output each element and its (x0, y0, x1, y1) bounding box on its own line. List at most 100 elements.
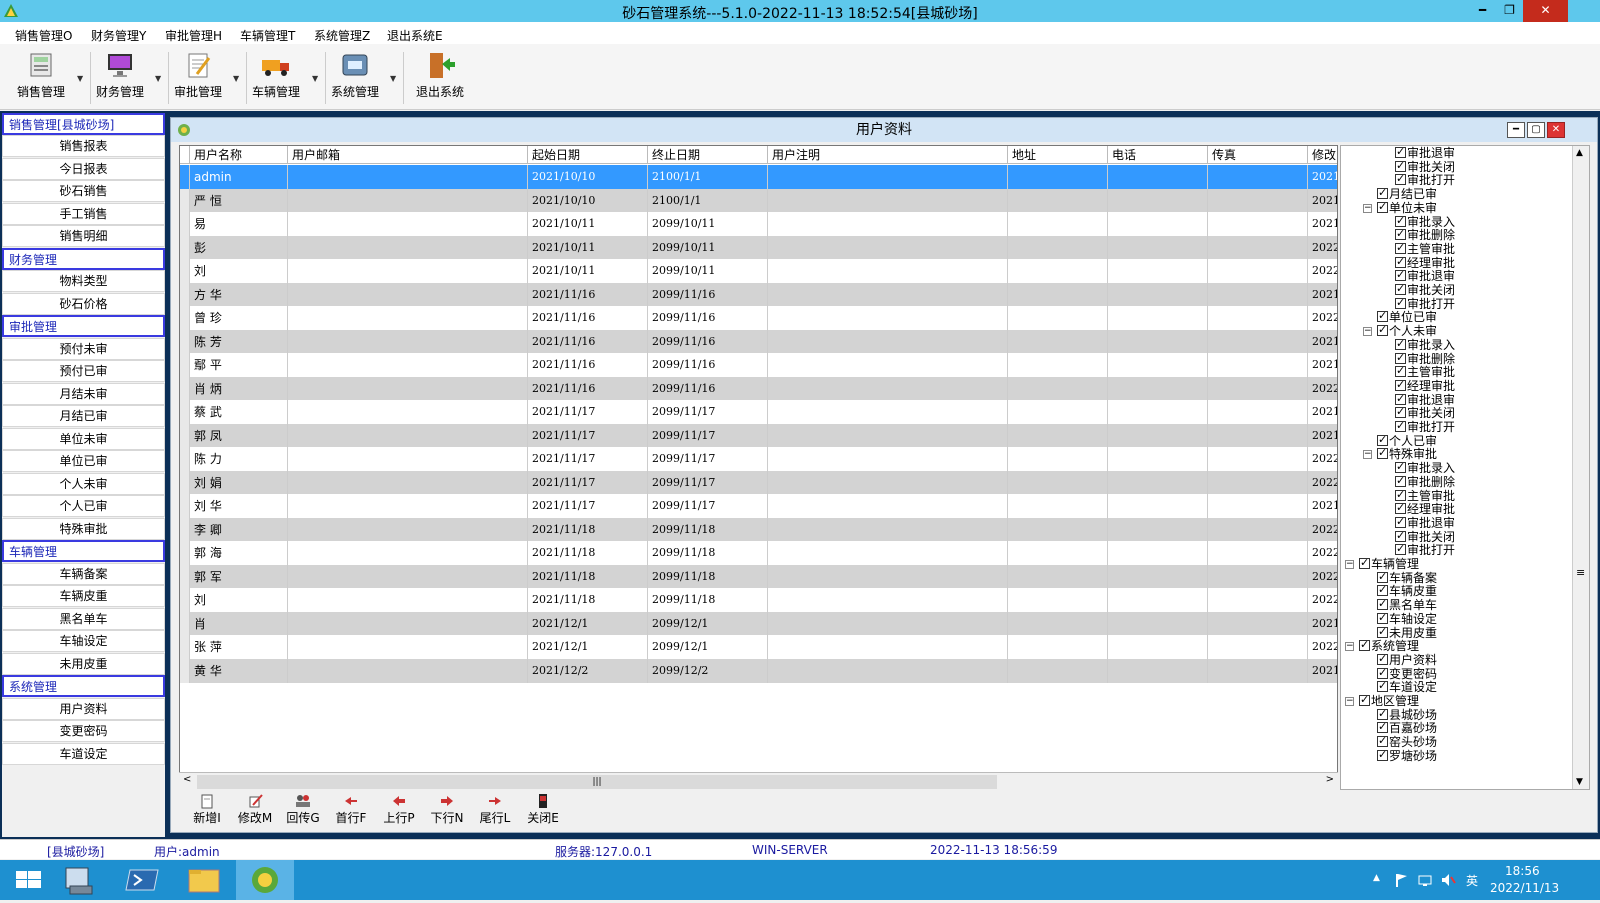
checkbox-checked-icon[interactable] (1359, 556, 1370, 569)
table-cell[interactable]: 2022 (1308, 471, 1337, 495)
menu-vehicle[interactable]: 车辆管理T (240, 27, 295, 44)
table-cell[interactable] (1208, 400, 1308, 424)
table-cell[interactable] (1008, 353, 1108, 377)
row-header[interactable] (180, 376, 190, 401)
checkbox-checked-icon[interactable] (1377, 323, 1388, 337)
table-cell[interactable]: 2021/12/2 (528, 658, 648, 683)
table-cell[interactable] (768, 282, 1008, 307)
table-cell[interactable]: 2022 (1308, 306, 1337, 330)
table-cell[interactable] (288, 235, 528, 260)
row-header[interactable] (180, 188, 190, 213)
table-cell[interactable] (288, 447, 528, 471)
table-cell[interactable] (1008, 165, 1108, 189)
table-cell[interactable] (1008, 588, 1108, 612)
sidebar-group-system[interactable]: 系统管理 (2, 675, 165, 697)
table-cell[interactable]: 2021/11/16 (528, 376, 648, 401)
table-cell[interactable] (768, 212, 1008, 236)
checkbox-checked-icon[interactable] (1377, 748, 1388, 761)
table-row[interactable]: 刘 华 2021/11/17 2099/11/17 2021 (180, 494, 1337, 518)
table-cell[interactable] (1108, 635, 1208, 659)
row-header[interactable] (180, 400, 190, 424)
table-cell[interactable] (768, 376, 1008, 401)
table-cell[interactable]: 2099/10/11 (648, 212, 768, 236)
table-cell[interactable]: 陈 力 (190, 447, 288, 471)
checkbox-checked-icon[interactable] (1395, 296, 1406, 309)
checkbox-checked-icon[interactable] (1377, 570, 1388, 583)
sidebar-item-sales-detail[interactable]: 销售明细 (2, 225, 165, 247)
scroll-right-icon[interactable]: > (1326, 774, 1334, 785)
table-cell[interactable]: 2099/11/16 (648, 376, 768, 401)
table-row[interactable]: 张 萍 2021/12/1 2099/12/1 2022 (180, 635, 1337, 659)
sidebar-group-vehicle[interactable]: 车辆管理 (2, 540, 165, 562)
table-cell[interactable]: 2099/10/11 (648, 235, 768, 260)
child-minimize-button[interactable]: ━ (1507, 122, 1525, 138)
table-cell[interactable] (1008, 329, 1108, 354)
table-cell[interactable]: 刘 (190, 259, 288, 283)
edit-button[interactable]: 修改M (232, 793, 278, 826)
sidebar-item-vehicle-tare[interactable]: 车辆皮重 (2, 585, 165, 607)
taskbar-file-explorer[interactable] (175, 860, 233, 900)
table-cell[interactable] (1008, 611, 1108, 636)
table-cell[interactable]: admin (190, 165, 288, 189)
table-cell[interactable] (1108, 423, 1208, 448)
row-header[interactable] (180, 541, 190, 565)
table-cell[interactable] (1108, 517, 1208, 542)
start-button[interactable] (0, 860, 58, 900)
sidebar-item-personal-approved[interactable]: 个人已审 (2, 495, 165, 517)
column-header-email[interactable]: 用户邮箱 (288, 146, 528, 164)
table-cell[interactable]: 曾 珍 (190, 306, 288, 330)
table-cell[interactable]: 2021/11/16 (528, 353, 648, 377)
table-cell[interactable]: 鄢 平 (190, 353, 288, 377)
table-cell[interactable] (1208, 658, 1308, 683)
sidebar-item-sand-sales[interactable]: 砂石销售 (2, 180, 165, 202)
table-cell[interactable] (768, 517, 1008, 542)
table-cell[interactable] (288, 588, 528, 612)
table-row[interactable]: 彭 2021/10/11 2099/10/11 2022 (180, 235, 1337, 260)
table-cell[interactable]: 2099/12/1 (648, 611, 768, 636)
checkbox-checked-icon[interactable] (1377, 309, 1388, 323)
table-row[interactable]: 肖 2021/12/1 2099/12/1 2021 (180, 611, 1337, 636)
table-cell[interactable] (288, 259, 528, 283)
table-cell[interactable]: 2022 (1308, 518, 1337, 542)
table-cell[interactable] (288, 282, 528, 307)
checkbox-checked-icon[interactable] (1395, 268, 1406, 282)
table-cell[interactable]: 黄 华 (190, 658, 288, 683)
table-row[interactable]: 黄 华 2021/12/2 2099/12/2 2021 (180, 658, 1337, 683)
menu-finance[interactable]: 财务管理Y (91, 27, 146, 44)
table-cell[interactable] (1208, 517, 1308, 542)
row-header[interactable] (180, 658, 190, 683)
table-cell[interactable] (1008, 494, 1108, 518)
column-header-fax[interactable]: 传真 (1208, 146, 1308, 164)
toolbar-system-button[interactable]: 系统管理 (323, 48, 387, 106)
table-cell[interactable] (1008, 376, 1108, 401)
sidebar-item-user-profile[interactable]: 用户资料 (2, 698, 165, 720)
table-cell[interactable] (1108, 353, 1208, 377)
tree-expander-icon[interactable]: − (1345, 642, 1354, 652)
table-cell[interactable] (1108, 470, 1208, 495)
checkbox-checked-icon[interactable] (1395, 282, 1406, 295)
table-cell[interactable] (288, 188, 528, 213)
table-cell[interactable] (1208, 259, 1308, 283)
table-cell[interactable]: 2099/11/18 (648, 541, 768, 565)
sidebar-item-today-report[interactable]: 今日报表 (2, 158, 165, 180)
column-header-phone[interactable]: 电话 (1108, 146, 1208, 164)
table-cell[interactable] (768, 259, 1008, 283)
table-cell[interactable] (768, 188, 1008, 213)
table-cell[interactable] (1108, 212, 1208, 236)
table-cell[interactable]: 2022 (1308, 259, 1337, 283)
checkbox-checked-icon[interactable] (1377, 734, 1388, 748)
table-cell[interactable] (1108, 541, 1208, 565)
clock-time[interactable]: 18:56 (1505, 864, 1540, 878)
previous-row-button[interactable]: 上行P (376, 793, 422, 826)
sidebar-item-monthly-pending[interactable]: 月结未审 (2, 383, 165, 405)
tray-overflow-icon[interactable]: ▲ (1373, 873, 1380, 883)
table-cell[interactable]: 2099/11/16 (648, 353, 768, 377)
table-cell[interactable] (1208, 306, 1308, 330)
checkbox-checked-icon[interactable] (1395, 501, 1406, 515)
table-cell[interactable]: 2021 (1308, 424, 1337, 448)
table-cell[interactable] (768, 541, 1008, 565)
table-cell[interactable]: 2099/11/18 (648, 564, 768, 589)
table-cell[interactable] (1208, 188, 1308, 213)
table-cell[interactable]: 2022 (1308, 236, 1337, 260)
sidebar-item-material-type[interactable]: 物料类型 (2, 270, 165, 292)
